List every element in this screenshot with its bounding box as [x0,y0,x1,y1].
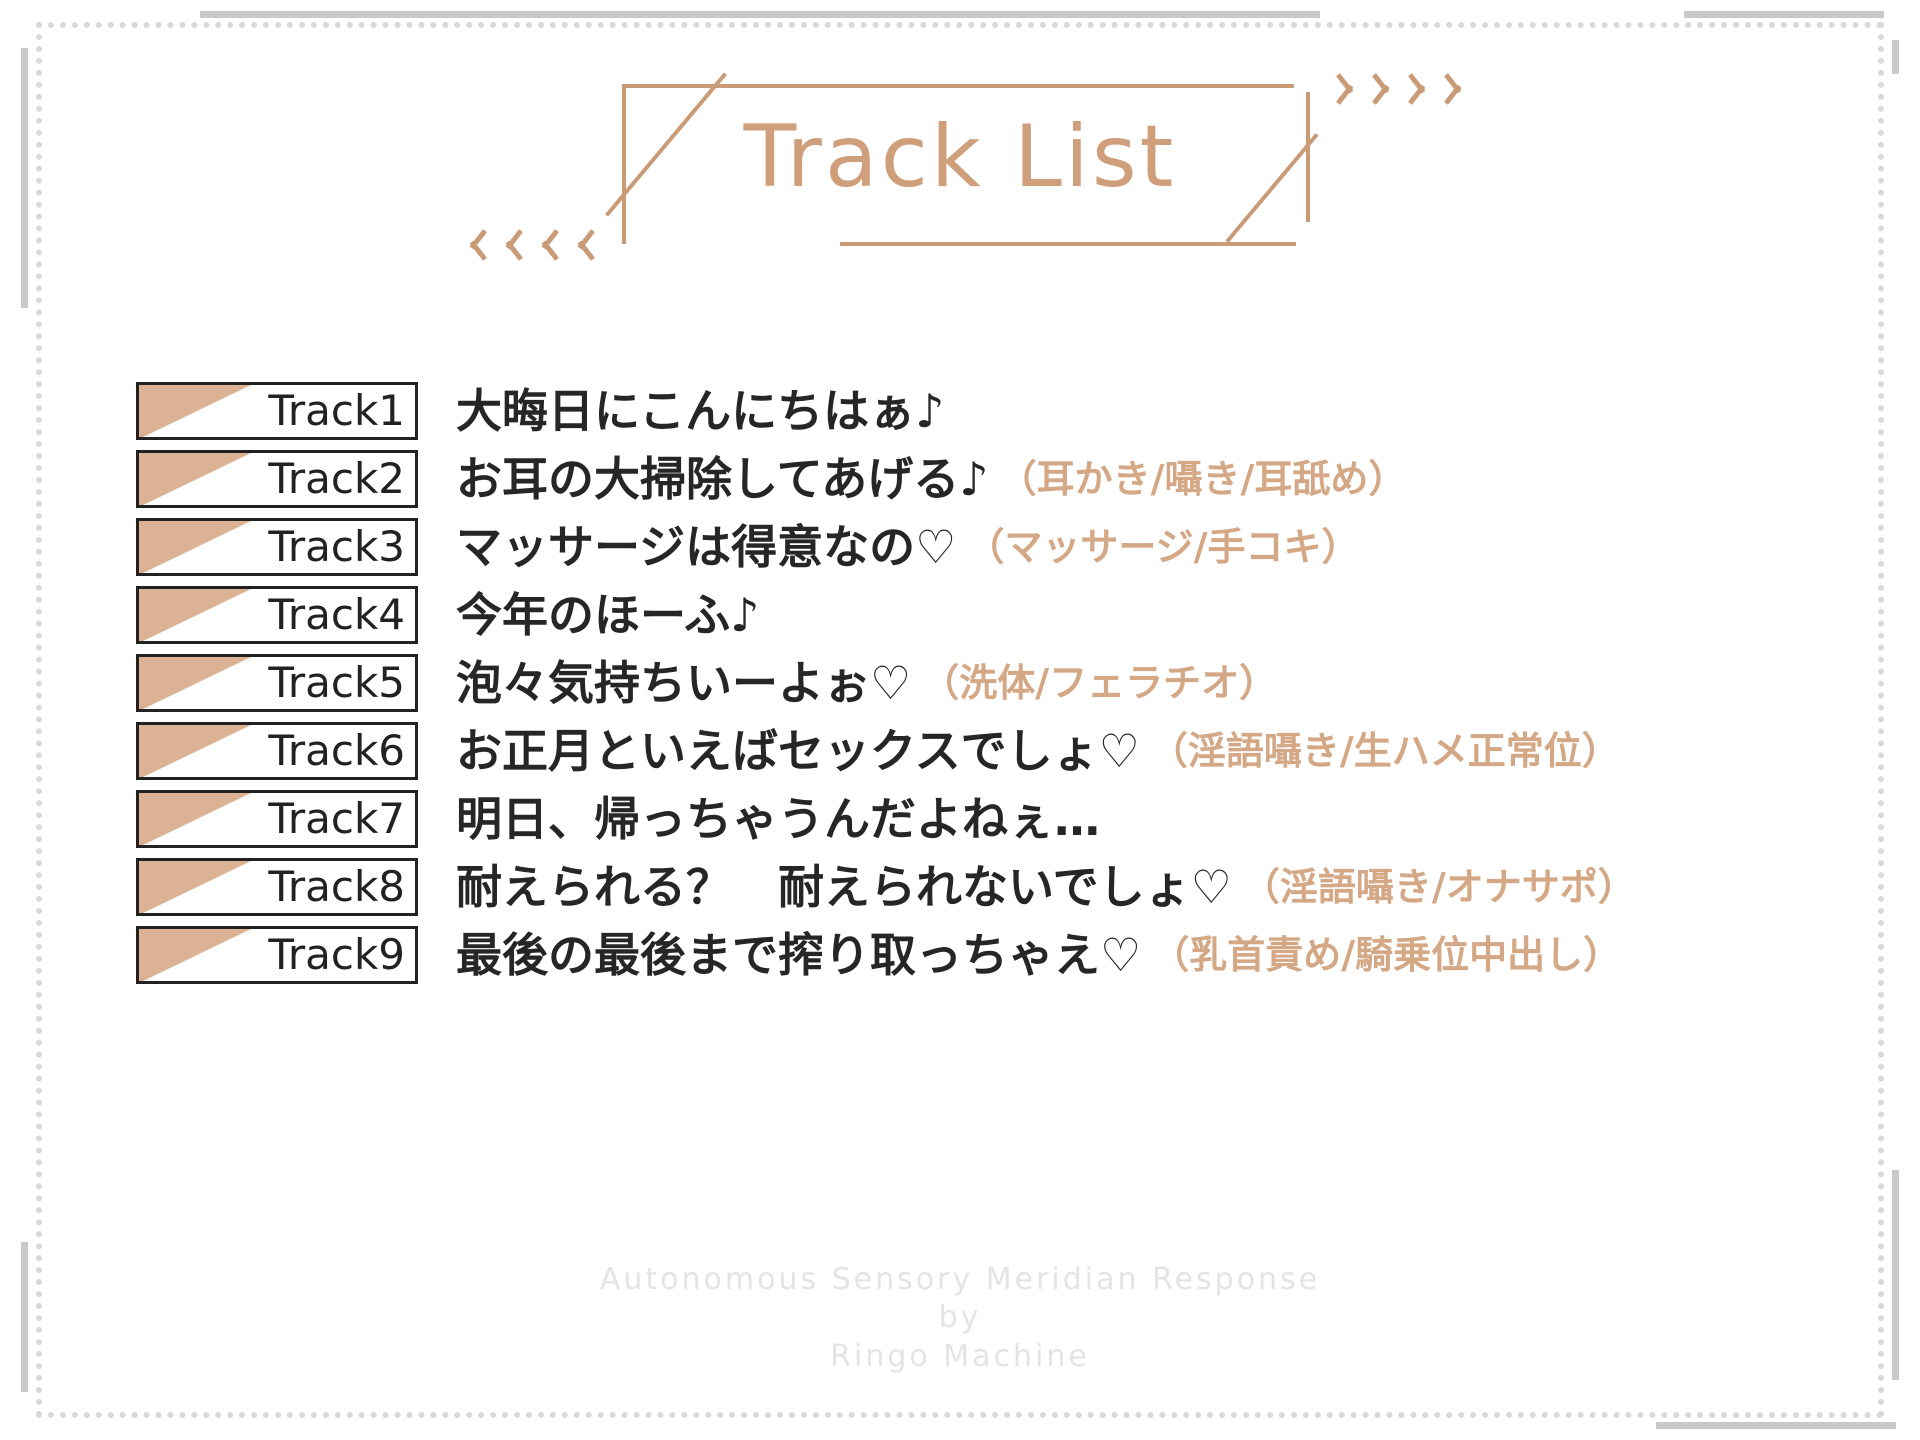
footer-line-3: Ringo Machine [830,1338,1090,1374]
page-title: Track List [743,107,1177,207]
footer-credits: Autonomous Sensory Meridian Response by … [0,1261,1920,1376]
chevron-left-icon [532,226,554,260]
track-tag: （淫語囁き/オナサポ） [1241,865,1636,909]
track-title: 泡々気持ちいーよぉ♡ [456,656,912,710]
frame-bar-bottom-right [1656,1422,1896,1429]
track-badge: Track2 [136,450,418,508]
track-badge-label: Track4 [268,590,405,639]
track-title: 最後の最後まで搾り取っちゃえ♡ [456,928,1142,982]
track-row[interactable]: Track8 耐えられる？ 耐えられないでしょ♡ （淫語囁き/オナサポ） [136,854,1860,920]
track-badge-label: Track8 [268,862,405,911]
footer-line-2: by [938,1300,982,1336]
track-badge-label: Track5 [268,658,405,707]
track-title: お耳の大掃除してあげる♪ [456,452,989,506]
track-title: 耐えられる？ 耐えられないでしょ♡ [456,860,1232,914]
track-title: 今年のほーふ♪ [456,588,760,642]
track-badge-label: Track9 [268,930,405,979]
track-row[interactable]: Track5 泡々気持ちいーよぉ♡ （洗体/フェラチオ） [136,650,1860,716]
track-badge: Track6 [136,722,418,780]
track-row[interactable]: Track6 お正月といえばセックスでしょ♡ （淫語囁き/生ハメ正常位） [136,718,1860,784]
track-row[interactable]: Track7 明日、帰っちゃうんだよねぇ… [136,786,1860,852]
track-list-page: Track List Track1 大晦日にこんにちはぁ♪ Track2 お耳の… [0,0,1920,1440]
chevron-left-icon [460,226,482,260]
track-tag: （淫語囁き/生ハメ正常位） [1149,729,1620,773]
track-badge: Track7 [136,790,418,848]
track-title: マッサージは得意なの♡ [456,520,957,574]
track-tag: （耳かき/囁き/耳舐め） [998,457,1407,501]
track-tag: （乳首責め/騎乗位中出し） [1151,933,1622,977]
track-badge: Track3 [136,518,418,576]
track-tag: （洗体/フェラチオ） [921,661,1278,705]
track-title: 大晦日にこんにちはぁ♪ [456,384,945,438]
track-row[interactable]: Track3 マッサージは得意なの♡ （マッサージ/手コキ） [136,514,1860,580]
track-row[interactable]: Track4 今年のほーふ♪ [136,582,1860,648]
chevron-left-icon [496,226,518,260]
track-title: 明日、帰っちゃうんだよねぇ… [456,792,1100,846]
track-badge: Track9 [136,926,418,984]
chevron-right-icon [1340,70,1362,104]
track-badge: Track8 [136,858,418,916]
chevron-left-icon [568,226,590,260]
track-badge-label: Track2 [268,454,405,503]
frame-bar-top-right [1684,11,1884,18]
track-tag: （マッサージ/手コキ） [966,525,1360,569]
title-frame-top-line [622,84,1294,88]
chevron-right-icon [1412,70,1434,104]
chevron-right-icon [1376,70,1398,104]
chevron-right-icon [1448,70,1470,104]
track-badge: Track1 [136,382,418,440]
track-title: お正月といえばセックスでしょ♡ [456,724,1140,778]
chevron-left-group [460,226,590,260]
frame-bar-top-left [200,11,1320,18]
chevron-right-group [1340,70,1470,104]
track-badge: Track5 [136,654,418,712]
footer-line-1: Autonomous Sensory Meridian Response [599,1261,1321,1297]
track-badge-label: Track7 [268,794,405,843]
track-badge: Track4 [136,586,418,644]
track-badge-label: Track3 [268,522,405,571]
track-badge-label: Track1 [268,386,405,435]
track-badge-label: Track6 [268,726,405,775]
track-row[interactable]: Track2 お耳の大掃除してあげる♪ （耳かき/囁き/耳舐め） [136,446,1860,512]
track-row[interactable]: Track1 大晦日にこんにちはぁ♪ [136,378,1860,444]
track-list: Track1 大晦日にこんにちはぁ♪ Track2 お耳の大掃除してあげる♪ （… [136,378,1860,990]
title-block: Track List [0,62,1920,262]
track-row[interactable]: Track9 最後の最後まで搾り取っちゃえ♡ （乳首責め/騎乗位中出し） [136,922,1860,988]
